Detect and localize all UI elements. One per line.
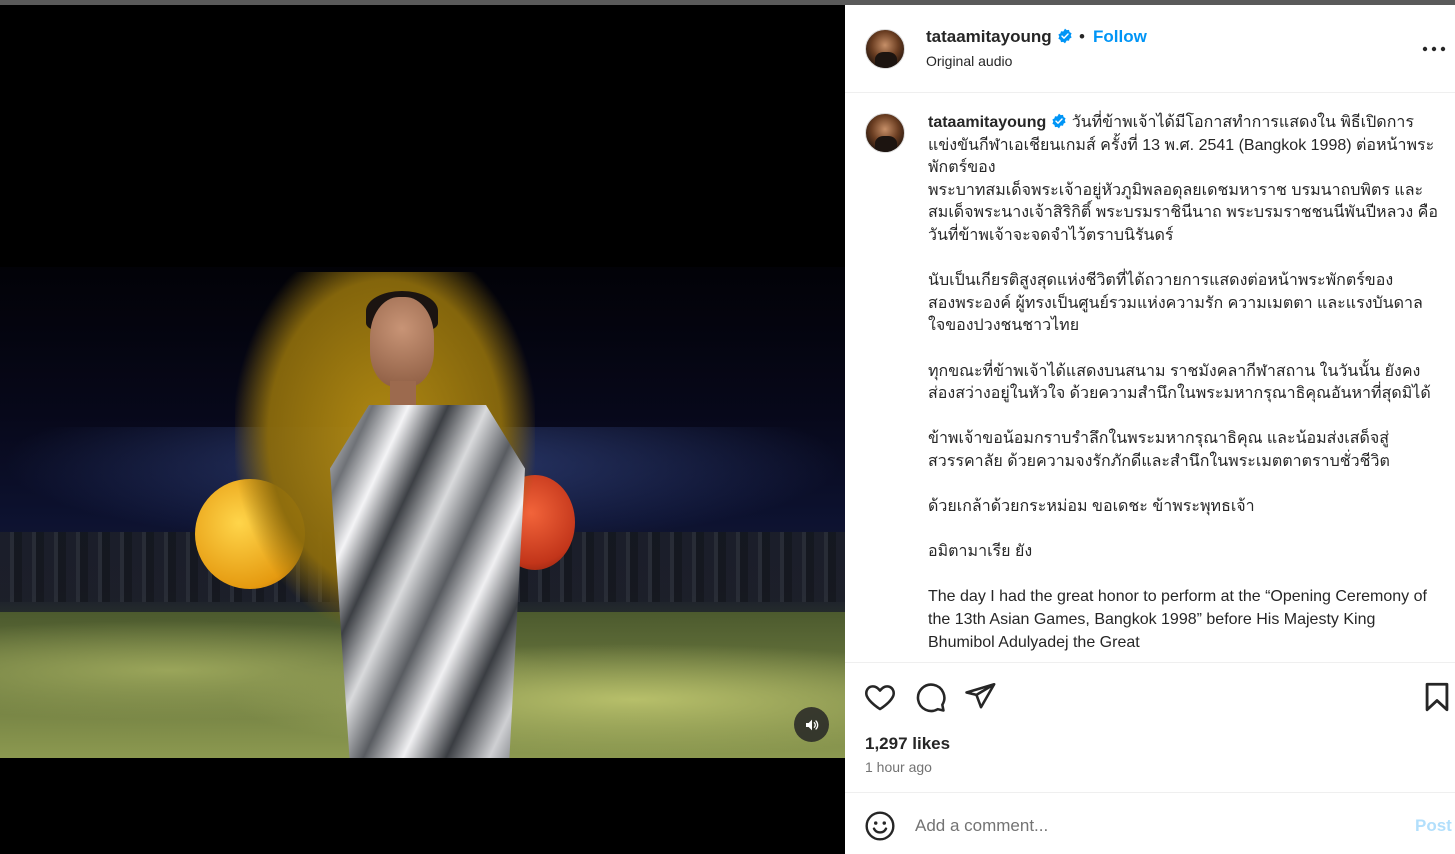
post-actions: 1,297 likes 1 hour ago bbox=[845, 662, 1455, 792]
caption-username[interactable]: tataamitayoung bbox=[928, 114, 1046, 131]
caption-paragraph: พระบาทสมเด็จพระเจ้าอยู่หัวภูมิพลอดุลยเดช… bbox=[928, 181, 1438, 244]
caption-paragraph: ข้าพเจ้าขอน้อมกราบรำลึกในพระมหากรุณาธิคุ… bbox=[928, 430, 1390, 470]
smiley-icon[interactable] bbox=[864, 810, 896, 842]
sound-toggle-button[interactable] bbox=[794, 707, 829, 742]
comment-bubble-icon[interactable] bbox=[913, 680, 947, 714]
follow-button[interactable]: Follow bbox=[1093, 27, 1147, 47]
header-username[interactable]: tataamitayoung bbox=[926, 27, 1052, 46]
caption-signature: อมิตามาเรีย ยัง bbox=[928, 543, 1033, 561]
verified-badge-icon bbox=[1058, 28, 1072, 44]
speaker-icon bbox=[805, 719, 818, 730]
post-timestamp[interactable]: 1 hour ago bbox=[865, 759, 932, 775]
verified-badge-icon bbox=[1052, 113, 1066, 129]
post-side-panel: tataamitayoung • Follow Original audio t… bbox=[845, 5, 1455, 854]
more-options-icon[interactable] bbox=[1419, 35, 1449, 63]
caption-paragraph: ทุกขณะที่ข้าพเจ้าได้แสดงบนสนาม ราชมังคลา… bbox=[928, 362, 1431, 403]
comment-bar: Post bbox=[845, 792, 1455, 854]
post-comment-button[interactable]: Post bbox=[1415, 816, 1452, 836]
comment-input[interactable] bbox=[915, 812, 1395, 840]
reel-video[interactable] bbox=[0, 267, 845, 758]
separator-dot: • bbox=[1079, 27, 1085, 46]
avatar[interactable] bbox=[865, 29, 905, 69]
original-audio-link[interactable]: Original audio bbox=[926, 53, 1012, 69]
likes-count[interactable]: 1,297 likes bbox=[865, 734, 950, 754]
post-header: tataamitayoung • Follow Original audio bbox=[845, 5, 1455, 93]
silver-dress bbox=[330, 405, 525, 758]
caption-avatar[interactable] bbox=[865, 113, 905, 153]
caption-paragraph-english: The day I had the great honor to perform… bbox=[928, 588, 1427, 651]
bookmark-icon[interactable] bbox=[1420, 680, 1454, 714]
media-viewer bbox=[0, 5, 845, 854]
paper-plane-icon[interactable] bbox=[963, 680, 997, 714]
caption-paragraph: นับเป็นเกียรติสูงสุดแห่งชีวิตที่ได้ถวายก… bbox=[928, 272, 1423, 335]
performer bbox=[320, 291, 535, 758]
post-caption: tataamitayoung วันที่ข้าพเจ้าได้มีโอกาสท… bbox=[928, 112, 1438, 662]
caption-paragraph: ด้วยเกล้าด้วยกระหม่อม ขอเดชะ ข้าพระพุทธเ… bbox=[928, 498, 1255, 516]
caption-scroll-area[interactable]: tataamitayoung วันที่ข้าพเจ้าได้มีโอกาสท… bbox=[845, 94, 1455, 662]
heart-icon[interactable] bbox=[863, 680, 897, 714]
